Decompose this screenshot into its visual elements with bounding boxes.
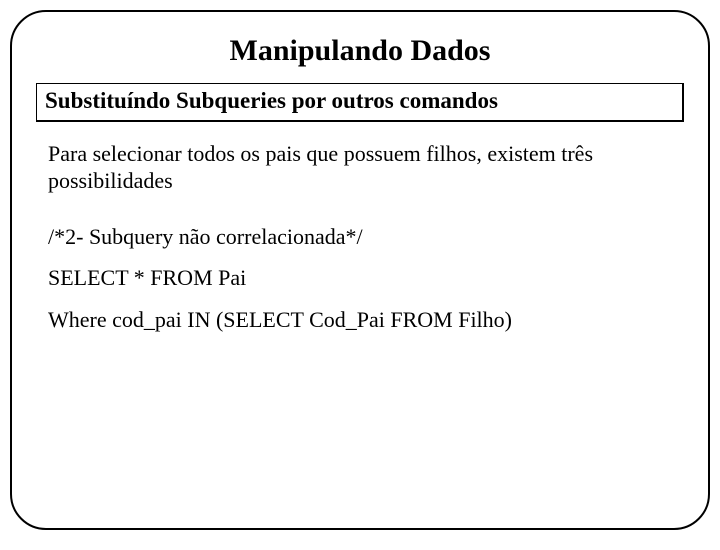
code-line-3: Where cod_pai IN (SELECT Cod_Pai FROM Fi… [48, 306, 676, 334]
code-line-2: SELECT * FROM Pai [48, 264, 676, 292]
slide-subtitle: Substituíndo Subqueries por outros coman… [36, 83, 684, 122]
slide-title: Manipulando Dados [34, 34, 686, 69]
slide-body: Para selecionar todos os pais que possue… [34, 122, 686, 334]
slide-frame: Manipulando Dados Substituíndo Subquerie… [10, 10, 710, 530]
code-line-1: /*2- Subquery não correlacionada*/ [48, 223, 676, 251]
intro-paragraph: Para selecionar todos os pais que possue… [48, 140, 676, 195]
